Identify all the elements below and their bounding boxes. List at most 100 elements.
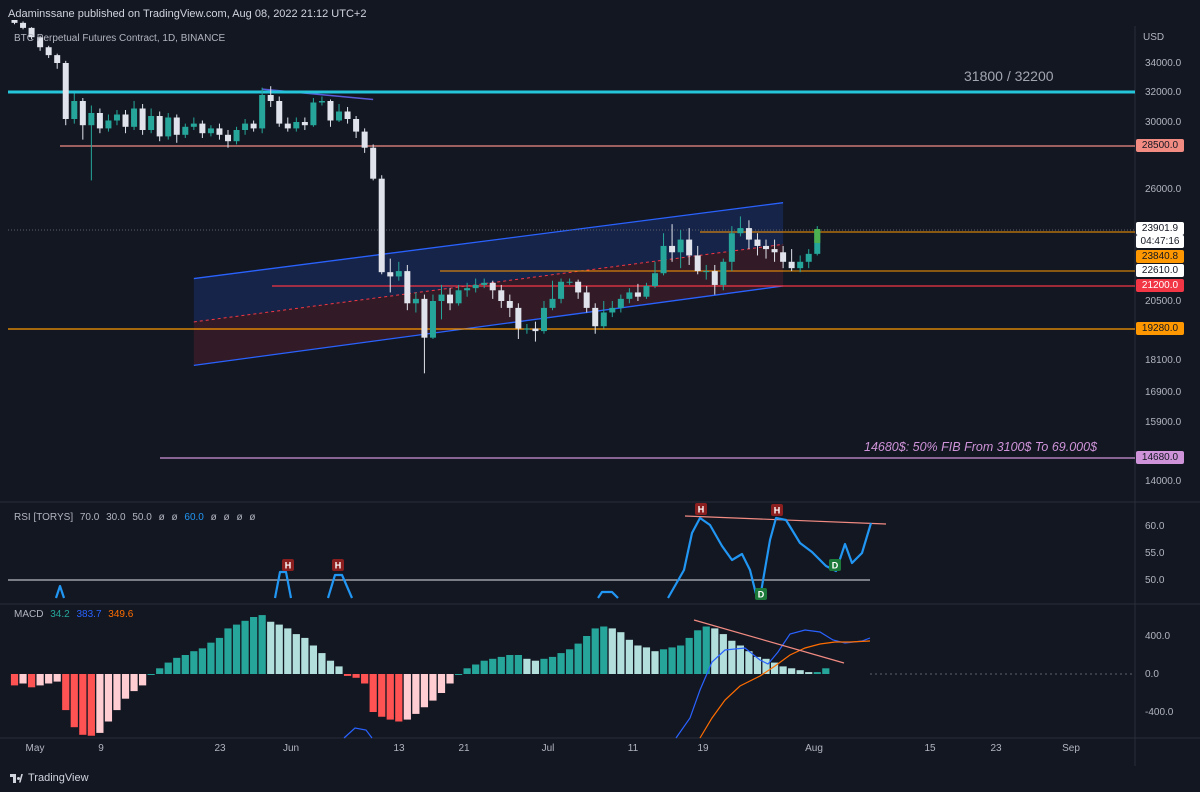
tradingview-logo[interactable]: TradingView bbox=[10, 772, 89, 784]
rsi-legend[interactable]: RSI [TORYS] 70.0 30.0 50.0 ø ø 60.0 ø ø … bbox=[14, 512, 259, 523]
candle-body bbox=[412, 298, 419, 304]
macd-histogram-bar bbox=[130, 674, 138, 692]
macd-histogram-bar bbox=[173, 657, 181, 674]
macd-histogram-bar bbox=[480, 660, 488, 674]
candle-body bbox=[780, 252, 787, 262]
candle-body bbox=[284, 123, 291, 129]
macd-histogram-bar bbox=[301, 637, 309, 674]
x-tick-label: Jul bbox=[542, 743, 555, 754]
macd-histogram-bar bbox=[625, 639, 633, 674]
candle-body bbox=[540, 307, 547, 332]
candle-body bbox=[583, 292, 590, 308]
candle-body bbox=[728, 233, 735, 262]
trading-chart[interactable]: 34000.0 32000.0 30000.0 26000.0 22610.0 20500… bbox=[0, 0, 1200, 792]
divergence-mark: H bbox=[695, 503, 707, 515]
candle-body bbox=[669, 245, 676, 253]
macd-histogram-bar bbox=[139, 674, 147, 686]
candle-body bbox=[267, 95, 274, 101]
macd-histogram-bar bbox=[403, 674, 411, 720]
macd-histogram-bar bbox=[788, 668, 796, 674]
macd-histogram-bar bbox=[352, 674, 360, 678]
macd-histogram-bar bbox=[454, 674, 463, 675]
fib-note: 14680$: 50% FIB From 3100$ To 69.000$ bbox=[864, 440, 1098, 454]
candle-body bbox=[370, 147, 377, 179]
candle-body bbox=[797, 261, 804, 269]
candle-body bbox=[634, 292, 641, 297]
candle-current bbox=[814, 229, 821, 243]
macd-histogram-bar bbox=[164, 662, 172, 674]
macd-histogram-bar bbox=[207, 642, 215, 674]
macd-histogram-bar bbox=[27, 674, 36, 688]
macd-histogram-bar bbox=[343, 674, 352, 676]
candle-body bbox=[71, 101, 78, 119]
macd-histogram-bar bbox=[36, 674, 44, 686]
candle-body bbox=[336, 111, 343, 121]
macd-histogram-bar bbox=[190, 651, 198, 674]
bottom-bar: TradingView bbox=[0, 766, 1200, 792]
macd-histogram-bar bbox=[369, 674, 377, 712]
x-tick-label: 19 bbox=[697, 743, 709, 754]
candle-body bbox=[447, 294, 454, 304]
macd-histogram-bar bbox=[668, 647, 676, 674]
macd-histogram-bar bbox=[463, 668, 471, 674]
macd-histogram-bar bbox=[702, 626, 710, 674]
candle-body bbox=[652, 273, 658, 286]
candle-body bbox=[131, 108, 138, 127]
macd-tick-label: 0.0 bbox=[1145, 669, 1159, 680]
macd-histogram-bar bbox=[489, 658, 497, 674]
rsi-phi-6: ø bbox=[249, 512, 256, 523]
candle-body bbox=[45, 47, 52, 56]
rsi-phi-5: ø bbox=[236, 512, 243, 523]
macd-histogram-bar bbox=[736, 645, 744, 674]
macd-signal-value: 349.6 bbox=[108, 609, 134, 620]
y-tick-label: 16900.0 bbox=[1145, 387, 1182, 398]
candle-body bbox=[737, 228, 744, 234]
x-tick-label: May bbox=[26, 743, 45, 754]
rsi-tick-label: 50.0 bbox=[1145, 575, 1165, 586]
macd-histogram-bar bbox=[79, 674, 87, 735]
candle-body bbox=[626, 292, 633, 299]
macd-histogram-bar bbox=[198, 648, 206, 674]
candle-body bbox=[498, 290, 505, 301]
macd-histogram-bar bbox=[326, 660, 335, 674]
candle-body bbox=[190, 123, 197, 127]
candle-body bbox=[745, 228, 752, 240]
candle-body bbox=[207, 128, 214, 134]
macd-histogram-bar bbox=[694, 630, 702, 674]
y-tick-label: 20500.0 bbox=[1145, 296, 1182, 307]
macd-histogram-bar bbox=[600, 626, 608, 674]
rsi-phi-3: ø bbox=[210, 512, 217, 523]
macd-legend[interactable]: MACD 34.2 383.7 349.6 bbox=[14, 609, 137, 620]
macd-tick-label: -400.0 bbox=[1145, 707, 1174, 718]
candle-body bbox=[156, 116, 163, 137]
candle-body bbox=[506, 301, 513, 308]
candle-body bbox=[686, 239, 693, 256]
candle-body bbox=[429, 301, 436, 338]
candle-body bbox=[575, 281, 582, 293]
candle-body bbox=[805, 253, 812, 262]
macd-histogram-bar bbox=[284, 628, 292, 674]
candle-body bbox=[344, 111, 351, 119]
candle-body bbox=[703, 271, 710, 273]
divergence-mark-label: H bbox=[285, 561, 292, 571]
y-tick-label: 26000.0 bbox=[1145, 184, 1182, 195]
candle-body bbox=[677, 239, 684, 253]
macd-histogram-bar bbox=[45, 674, 53, 684]
macd-histogram-bar bbox=[557, 653, 565, 674]
macd-histogram-bar bbox=[275, 624, 283, 674]
candle-body bbox=[165, 117, 172, 137]
candle-body bbox=[523, 328, 530, 330]
macd-histogram-bar bbox=[506, 655, 514, 674]
x-tick-label: 9 bbox=[98, 743, 104, 754]
x-tick-label: 21 bbox=[458, 743, 470, 754]
rsi-phi-1: ø bbox=[158, 512, 165, 523]
x-tick-label: 13 bbox=[393, 743, 405, 754]
x-tick-label: Aug bbox=[805, 743, 823, 754]
candle-body bbox=[404, 271, 411, 304]
candle-body bbox=[592, 307, 599, 327]
macd-histogram-bar bbox=[62, 674, 70, 711]
divergence-mark: H bbox=[282, 559, 294, 571]
candle-body bbox=[105, 120, 112, 129]
divergence-mark-label: H bbox=[698, 505, 705, 515]
macd-histogram-bar bbox=[241, 620, 249, 674]
